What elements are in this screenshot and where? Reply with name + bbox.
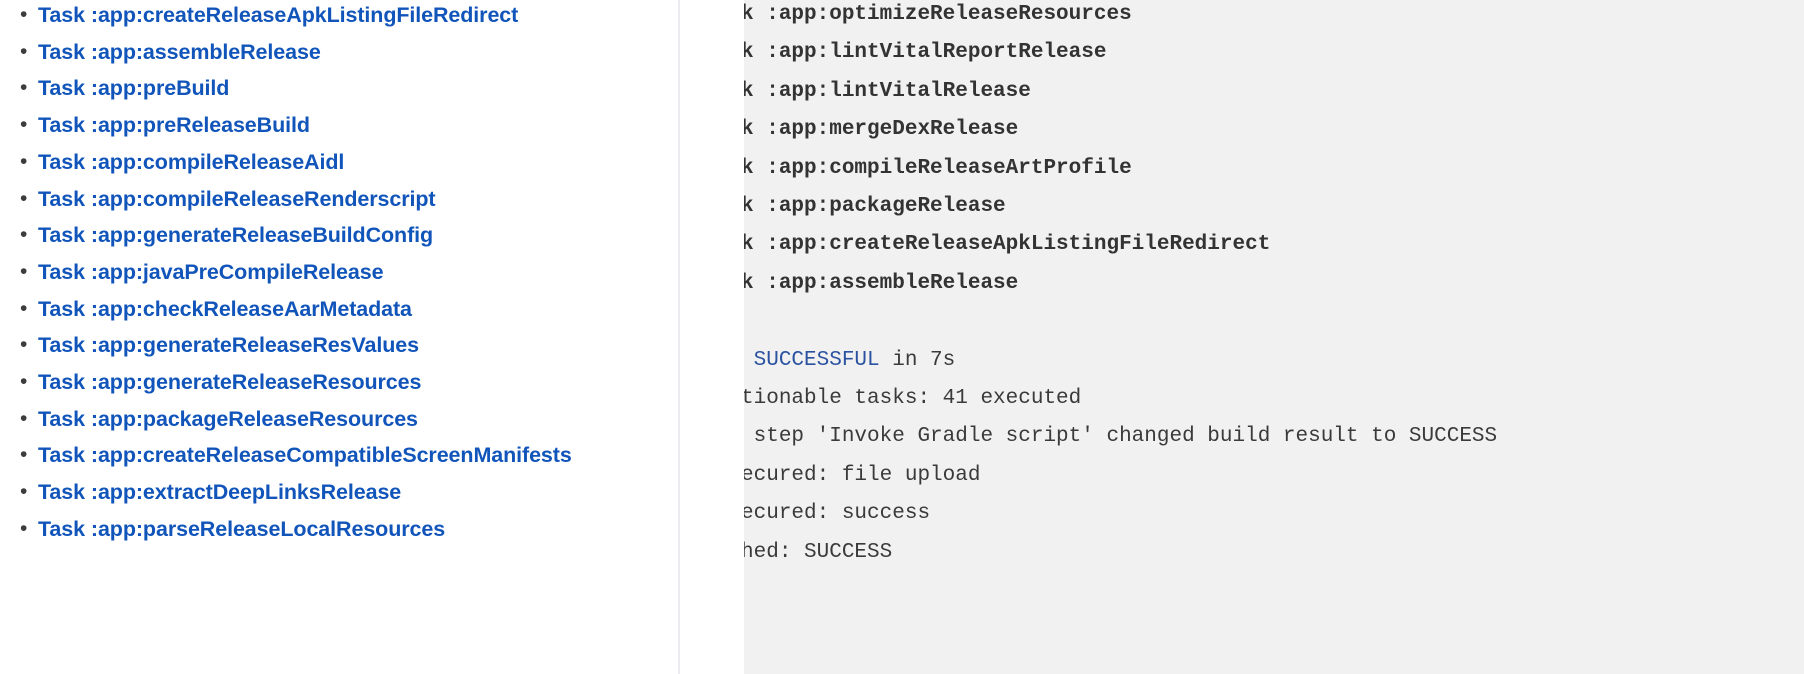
list-item: Task :app:generateReleaseBuildConfig — [0, 217, 640, 254]
task-link[interactable]: Task :app:generateReleaseResources — [38, 370, 421, 394]
task-link[interactable]: Task :app:compileReleaseAidl — [38, 150, 344, 174]
task-link[interactable]: Task :app:checkReleaseAarMetadata — [38, 297, 412, 321]
task-link[interactable]: Task :app:assembleRelease — [38, 40, 321, 64]
list-item: Task :app:generateReleaseResValues — [0, 327, 640, 364]
task-link[interactable]: Task :app:preReleaseBuild — [38, 113, 310, 137]
task-link[interactable]: Task :app:javaPreCompileRelease — [38, 260, 384, 284]
bullet-icon — [20, 364, 26, 401]
list-item: Task :app:preReleaseBuild — [0, 107, 640, 144]
bullet-icon — [20, 474, 26, 511]
list-item: Task :app:extractDeepLinksRelease — [0, 474, 640, 511]
list-item: Task :app:preBuild — [0, 70, 640, 107]
task-link[interactable]: Task :app:packageReleaseResources — [38, 407, 418, 431]
console-task-line: > Task :app:mergeDexRelease — [744, 118, 1019, 142]
list-item: Task :app:javaPreCompileRelease — [0, 254, 640, 291]
build-successful-text: BUILD SUCCESSFUL — [753, 348, 880, 372]
list-item: Task :app:generateReleaseResources — [0, 364, 640, 401]
console-build-status-line: BUILD SUCCESSFUL in 7s — [744, 342, 1804, 380]
list-item: Task :app:packageReleaseResources — [0, 401, 640, 438]
bullet-icon — [20, 437, 26, 474]
list-item: Task :app:compileReleaseAidl — [0, 144, 640, 181]
bullet-icon — [20, 217, 26, 254]
bullet-icon — [20, 291, 26, 328]
list-item: Task :app:parseReleaseLocalResources — [0, 511, 640, 548]
task-link[interactable]: Task :app:parseReleaseLocalResources — [38, 517, 445, 541]
bullet-icon — [20, 401, 26, 438]
console-surface[interactable]: > Task :app:optimizeReleaseResources > T… — [744, 0, 1804, 674]
console-task-line: > Task :app:createReleaseApkListingFileR… — [744, 233, 1271, 257]
task-link[interactable]: Task :app:extractDeepLinksRelease — [38, 480, 401, 504]
task-links-panel: Task :app:createReleaseApkListingFileRed… — [0, 0, 678, 674]
build-duration-text: in 7s — [879, 348, 956, 372]
list-item: Task :app:checkReleaseAarMetadata — [0, 291, 640, 328]
task-link[interactable]: Task :app:createReleaseCompatibleScreenM… — [38, 443, 572, 467]
console-build-step-line: Build step 'Invoke Gradle script' change… — [744, 425, 1498, 449]
list-item: Task :app:compileReleaseRenderscript — [0, 181, 640, 218]
bullet-icon — [20, 254, 26, 291]
task-link[interactable]: Task :app:generateReleaseBuildConfig — [38, 223, 433, 247]
console-task-line: > Task :app:lintVitalReportRelease — [744, 41, 1107, 65]
bullet-icon — [20, 181, 26, 218]
bullet-icon — [20, 144, 26, 181]
list-item: Task :app:createReleaseCompatibleScreenM… — [0, 437, 640, 474]
bullet-icon — [20, 107, 26, 144]
task-link[interactable]: Task :app:preBuild — [38, 76, 229, 100]
task-list: Task :app:createReleaseApkListingFileRed… — [0, 0, 640, 548]
bullet-icon — [20, 511, 26, 548]
console-task-line: > Task :app:lintVitalRelease — [744, 79, 1031, 103]
console-task-line: > Task :app:assembleRelease — [744, 271, 1019, 295]
task-link[interactable]: Task :app:createReleaseApkListingFileRed… — [38, 3, 518, 27]
console-task-line: > Task :app:compileReleaseArtProfile — [744, 156, 1132, 180]
console-actionable-tasks-line: 41 actionable tasks: 41 executed — [744, 387, 1082, 411]
list-item: Task :app:assembleRelease — [0, 34, 640, 71]
console-oversecured-success-line: oversecured: success — [744, 502, 931, 526]
build-log-page: Task :app:createReleaseApkListingFileRed… — [0, 0, 1804, 674]
list-item: Task :app:createReleaseApkListingFileRed… — [0, 0, 640, 34]
task-link[interactable]: Task :app:generateReleaseResValues — [38, 333, 419, 357]
console-task-line: > Task :app:packageRelease — [744, 195, 1006, 219]
console-oversecured-upload-line: oversecured: file upload — [744, 463, 981, 487]
console-output-panel: > Task :app:optimizeReleaseResources > T… — [680, 0, 1804, 674]
bullet-icon — [20, 34, 26, 71]
bullet-icon — [20, 70, 26, 107]
bullet-icon — [20, 0, 26, 34]
task-link[interactable]: Task :app:compileReleaseRenderscript — [38, 187, 436, 211]
bullet-icon — [20, 327, 26, 364]
console-text: > Task :app:optimizeReleaseResources > T… — [744, 0, 1804, 572]
console-task-line: > Task :app:optimizeReleaseResources — [744, 3, 1132, 26]
console-finished-line: Finished: SUCCESS — [744, 540, 893, 564]
